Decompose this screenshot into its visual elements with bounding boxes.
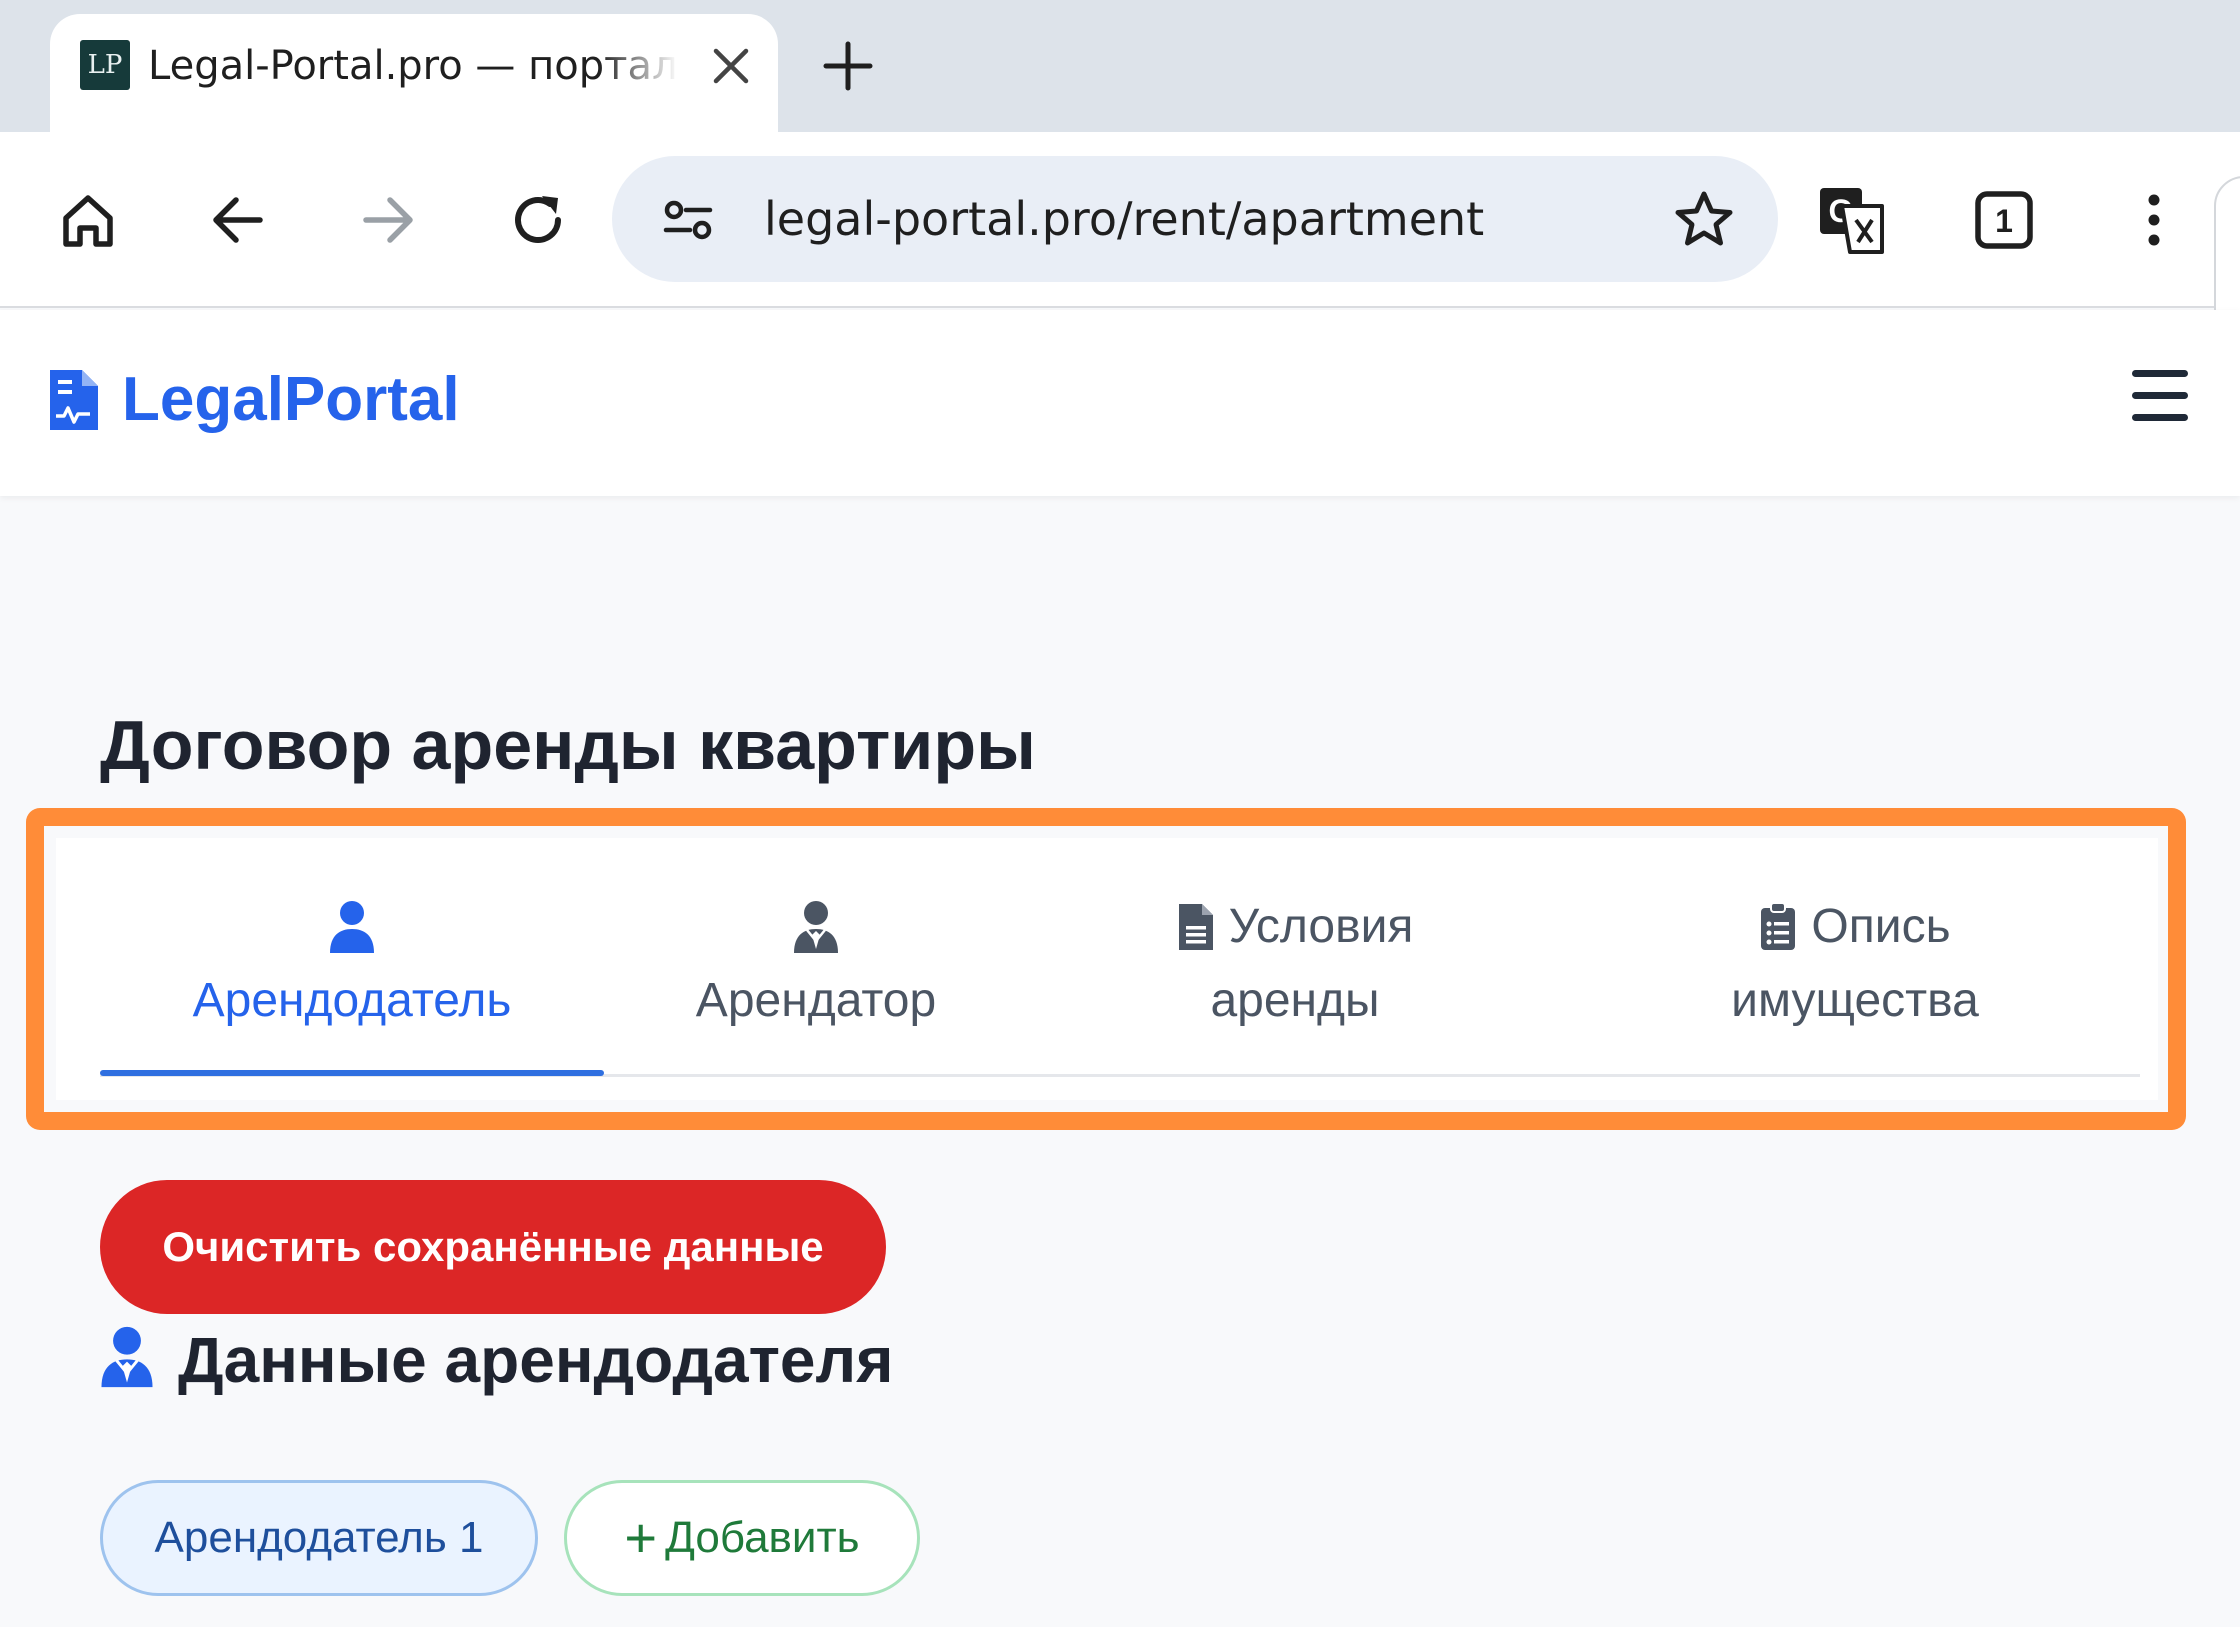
- site-settings-button[interactable]: [646, 178, 730, 262]
- browser-menu-button[interactable]: [2112, 178, 2196, 262]
- plus-icon: [823, 41, 873, 91]
- hamburger-menu-button[interactable]: [2132, 370, 2190, 424]
- home-icon: [63, 195, 113, 247]
- user-tie-icon: [101, 1326, 153, 1388]
- tab-tenant-label: Арендатор: [695, 974, 937, 1027]
- section-user-icon: [98, 1324, 156, 1390]
- forward-arrow-icon: [363, 197, 413, 243]
- tab-tenant[interactable]: Арендатор: [630, 890, 1002, 1038]
- tab-counter-button[interactable]: 1: [1962, 178, 2046, 262]
- forward-button[interactable]: [346, 178, 430, 262]
- tab-rent-terms-label-line1: Условия: [1228, 900, 1414, 953]
- hamburger-icon: [2132, 370, 2190, 421]
- user-tie-icon: [794, 901, 838, 953]
- tab-landlord[interactable]: Арендодатель: [100, 890, 604, 1038]
- tab-property-inventory-label-line1: Опись: [1811, 900, 1951, 953]
- file-icon: [1178, 904, 1213, 950]
- translate-button[interactable]: G: [1810, 178, 1894, 262]
- site-settings-icon: [663, 200, 713, 240]
- more-menu-icon: [2148, 194, 2160, 246]
- plus-icon: +: [624, 1506, 658, 1569]
- add-button-label: Добавить: [665, 1513, 860, 1562]
- url-text[interactable]: legal-portal.pro/rent/apartment: [764, 186, 1484, 252]
- page-title: Договор аренды квартиры: [100, 706, 1036, 784]
- bookmark-star-icon: [1675, 191, 1733, 246]
- document-logo-icon: [50, 370, 98, 430]
- clipboard-list-icon: [1761, 902, 1796, 950]
- tab-count: 1: [1995, 203, 2013, 239]
- favicon-icon: LP: [80, 40, 130, 90]
- translate-icon: G: [1820, 188, 1884, 254]
- bookmark-button[interactable]: [1662, 178, 1746, 262]
- tab-property-inventory[interactable]: Опись имущества: [1610, 890, 2100, 1038]
- back-arrow-icon: [213, 197, 263, 243]
- home-button[interactable]: [46, 178, 130, 262]
- section-title: Данные арендодателя: [178, 1324, 894, 1396]
- close-tab-button[interactable]: [706, 38, 756, 94]
- add-landlord-button[interactable]: + Добавить: [564, 1480, 920, 1596]
- tab-rent-terms-label-line2: аренды: [1210, 974, 1380, 1027]
- close-icon: [713, 48, 749, 84]
- reload-icon: [515, 196, 561, 243]
- tab-counter-icon: 1: [1975, 191, 2033, 249]
- tab-landlord-label: Арендодатель: [192, 974, 512, 1027]
- landlord-1-button[interactable]: Арендодатель 1: [100, 1480, 538, 1596]
- tab-property-inventory-label-line2: имущества: [1731, 974, 1979, 1027]
- user-icon: [330, 901, 374, 953]
- active-tab-indicator: [100, 1070, 604, 1076]
- reload-button[interactable]: [496, 178, 580, 262]
- browser-tab-title: Legal-Portal.pro — портал для юристов: [148, 43, 678, 89]
- tab-rent-terms[interactable]: Условия аренды: [1070, 890, 1520, 1038]
- back-button[interactable]: [196, 178, 280, 262]
- clear-saved-data-button[interactable]: Очистить сохранённые данные: [100, 1180, 886, 1314]
- new-tab-button[interactable]: [818, 36, 878, 96]
- brand-logo[interactable]: [46, 366, 102, 434]
- brand-name[interactable]: LegalPortal: [122, 360, 460, 440]
